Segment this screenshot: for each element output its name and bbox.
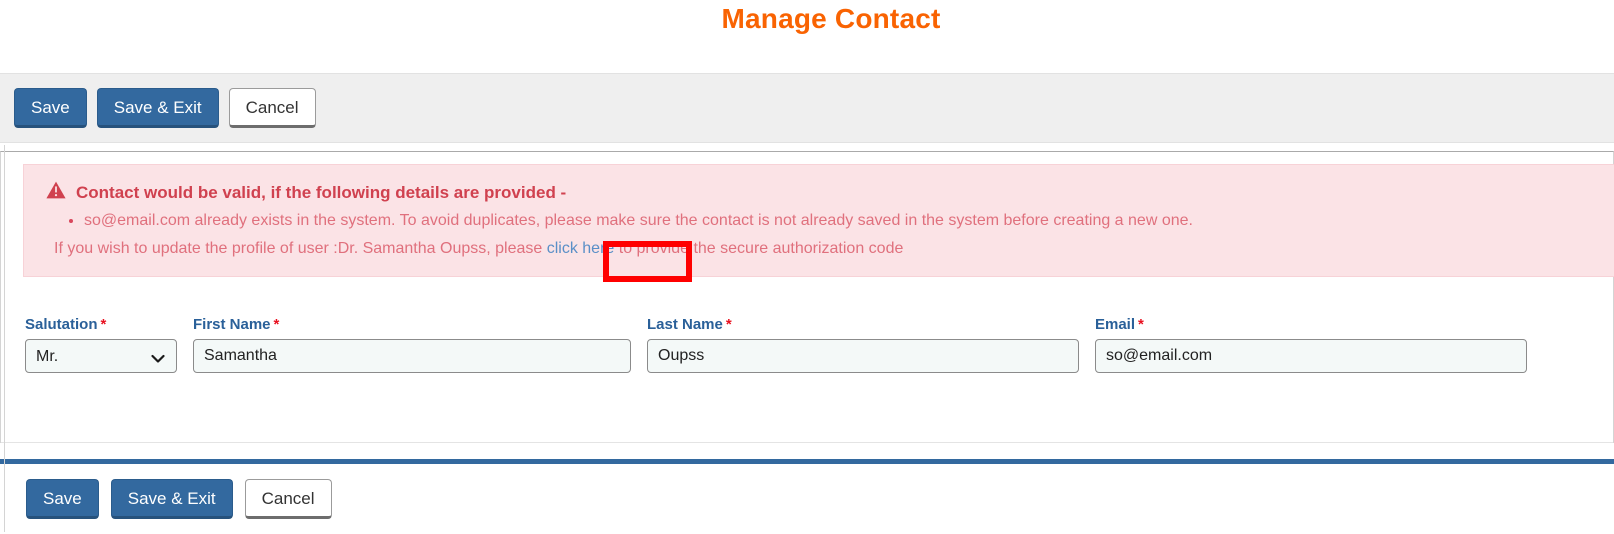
cancel-button-bottom[interactable]: Cancel [244,479,332,519]
cancel-button[interactable]: Cancel [228,88,316,128]
save-and-exit-button[interactable]: Save & Exit [96,88,219,128]
save-and-exit-button-bottom[interactable]: Save & Exit [110,479,233,519]
field-salutation: Salutation * Mr. [25,317,177,373]
required-marker: * [100,316,107,333]
required-marker: * [725,316,732,333]
click-here-link[interactable]: click here [547,240,615,257]
validation-alert-heading-text: Contact would be valid, if the following… [76,182,567,202]
panel-separator [1,442,1613,443]
field-last-name: Last Name * [647,317,1079,373]
email-input[interactable] [1095,339,1527,373]
field-label-salutation: Salutation * [25,317,177,332]
validation-alert: Contact would be valid, if the following… [23,164,1614,277]
first-name-input[interactable] [193,339,631,373]
warning-triangle-icon [46,181,66,204]
save-button-bottom[interactable]: Save [26,479,99,519]
validation-alert-list: so@email.com already exists in the syste… [42,210,1614,232]
validation-alert-heading: Contact would be valid, if the following… [46,181,1614,204]
required-marker: * [273,316,280,333]
field-label-first-name: First Name * [193,317,631,332]
title-spacer [0,44,1614,73]
field-label-salutation-text: Salutation [25,316,98,333]
bottom-action-toolbar: Save Save & Exit Cancel [0,464,1614,534]
field-label-first-name-text: First Name [193,316,271,333]
save-button[interactable]: Save [14,88,87,128]
last-name-input[interactable] [647,339,1079,373]
authorization-message-prefix: If you wish to update the profile of use… [54,240,547,257]
list-item: so@email.com already exists in the syste… [84,210,1614,232]
field-label-last-name-text: Last Name [647,316,723,333]
salutation-select[interactable]: Mr. [25,339,177,373]
panel-left-rail [4,145,5,532]
top-action-toolbar: Save Save & Exit Cancel [0,73,1614,143]
contact-fields-row: Salutation* Mr. First Name* Last [1,317,1613,373]
page-title: Manage Contact [721,3,941,34]
authorization-message: If you wish to update the profile of use… [54,238,1614,260]
field-first-name: First Name * [193,317,631,373]
field-label-email: Email * [1095,317,1527,332]
required-marker: * [1138,316,1144,333]
field-email: Email * [1095,317,1527,373]
page-header: Manage Contact [0,0,1614,44]
field-label-email-text: Email [1095,316,1136,333]
authorization-message-suffix: to provide the secure authorization code [614,240,904,257]
field-label-last-name: Last Name * [647,317,1079,332]
contact-form-panel: Contact would be valid, if the following… [0,151,1614,443]
